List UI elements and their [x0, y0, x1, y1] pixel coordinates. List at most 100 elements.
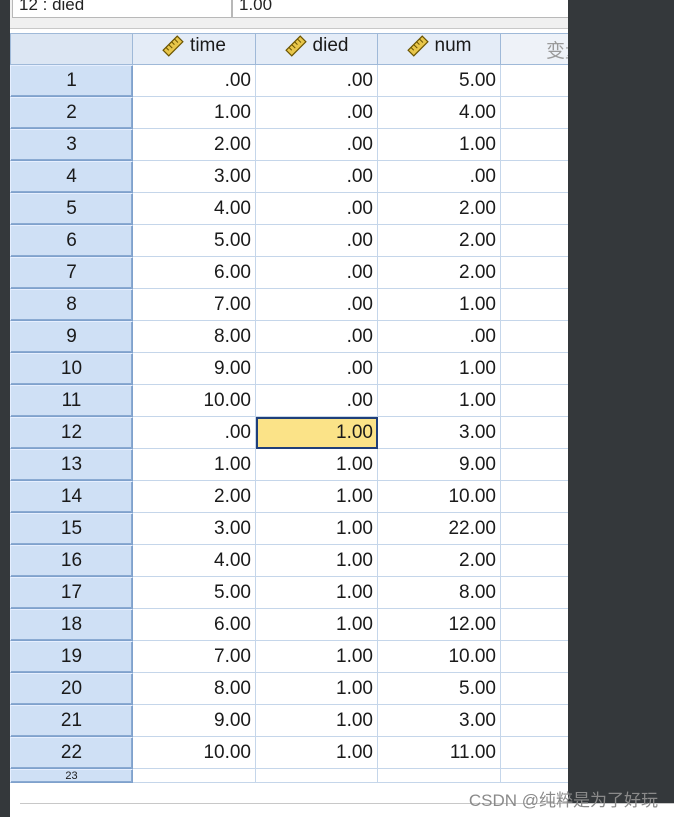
cell-empty[interactable]	[501, 417, 568, 449]
cell-time[interactable]: 4.00	[133, 545, 256, 577]
cell-empty[interactable]	[501, 225, 568, 257]
cell-num[interactable]: 1.00	[378, 353, 501, 385]
row-header[interactable]: 12	[10, 417, 133, 449]
cell-died[interactable]: .00	[256, 385, 378, 417]
row-header[interactable]: 13	[10, 449, 133, 481]
cell-empty[interactable]	[501, 97, 568, 129]
cell-died[interactable]: .00	[256, 129, 378, 161]
cell-num[interactable]: 5.00	[378, 65, 501, 97]
cell-empty[interactable]	[501, 321, 568, 353]
cell-num[interactable]: 3.00	[378, 705, 501, 737]
cell-empty[interactable]	[256, 769, 378, 783]
cell-died-selected[interactable]: 1.00	[256, 417, 378, 449]
cell-died[interactable]: .00	[256, 161, 378, 193]
cell-time[interactable]: 3.00	[133, 513, 256, 545]
cell-num[interactable]: 11.00	[378, 737, 501, 769]
cell-empty[interactable]	[501, 193, 568, 225]
row-header[interactable]: 16	[10, 545, 133, 577]
cell-time[interactable]: 1.00	[133, 449, 256, 481]
cell-died[interactable]: 1.00	[256, 481, 378, 513]
cell-empty[interactable]	[501, 577, 568, 609]
cell-empty[interactable]	[501, 513, 568, 545]
cell-num[interactable]: 10.00	[378, 481, 501, 513]
cell-time[interactable]: 2.00	[133, 129, 256, 161]
cell-num[interactable]: 4.00	[378, 97, 501, 129]
cell-empty[interactable]	[501, 737, 568, 769]
cell-time[interactable]: 2.00	[133, 481, 256, 513]
cell-time[interactable]: 7.00	[133, 641, 256, 673]
cell-time[interactable]: 10.00	[133, 737, 256, 769]
cell-num[interactable]: 8.00	[378, 577, 501, 609]
row-header[interactable]: 3	[10, 129, 133, 161]
cell-empty[interactable]	[133, 769, 256, 783]
cell-died[interactable]: 1.00	[256, 705, 378, 737]
cell-value-box[interactable]: 1.00	[232, 0, 568, 18]
cell-num[interactable]: 2.00	[378, 257, 501, 289]
cell-time[interactable]: 9.00	[133, 705, 256, 737]
cell-name-box[interactable]: 12 : died	[12, 0, 232, 18]
cell-num[interactable]: 1.00	[378, 289, 501, 321]
cell-num[interactable]: .00	[378, 321, 501, 353]
cell-time[interactable]: 4.00	[133, 193, 256, 225]
cell-died[interactable]: 1.00	[256, 609, 378, 641]
cell-empty[interactable]	[501, 705, 568, 737]
row-header[interactable]: 6	[10, 225, 133, 257]
cell-empty[interactable]	[501, 449, 568, 481]
cell-time[interactable]: 8.00	[133, 673, 256, 705]
cell-empty[interactable]	[501, 673, 568, 705]
cell-num[interactable]: 10.00	[378, 641, 501, 673]
cell-empty[interactable]	[501, 545, 568, 577]
cell-empty[interactable]	[501, 353, 568, 385]
select-all-corner[interactable]	[10, 33, 133, 65]
column-header-empty-variable[interactable]: 变量	[501, 33, 568, 65]
cell-num[interactable]: 5.00	[378, 673, 501, 705]
cell-died[interactable]: .00	[256, 193, 378, 225]
cell-num[interactable]: 1.00	[378, 385, 501, 417]
cell-time[interactable]: 7.00	[133, 289, 256, 321]
cell-time[interactable]: 5.00	[133, 225, 256, 257]
column-header-num[interactable]: num	[378, 33, 501, 65]
row-header[interactable]: 14	[10, 481, 133, 513]
cell-num[interactable]: 9.00	[378, 449, 501, 481]
cell-time[interactable]: 6.00	[133, 257, 256, 289]
cell-num[interactable]: 12.00	[378, 609, 501, 641]
row-header[interactable]: 20	[10, 673, 133, 705]
cell-time[interactable]: 10.00	[133, 385, 256, 417]
cell-died[interactable]: .00	[256, 321, 378, 353]
cell-died[interactable]: .00	[256, 225, 378, 257]
cell-num[interactable]: 2.00	[378, 193, 501, 225]
cell-time[interactable]: 5.00	[133, 577, 256, 609]
row-header[interactable]: 22	[10, 737, 133, 769]
cell-died[interactable]: .00	[256, 353, 378, 385]
row-header[interactable]: 10	[10, 353, 133, 385]
cell-empty[interactable]	[501, 65, 568, 97]
row-header[interactable]: 4	[10, 161, 133, 193]
cell-died[interactable]: .00	[256, 257, 378, 289]
row-header[interactable]: 1	[10, 65, 133, 97]
row-header[interactable]: 8	[10, 289, 133, 321]
row-header[interactable]: 15	[10, 513, 133, 545]
cell-num[interactable]: 2.00	[378, 545, 501, 577]
column-header-time[interactable]: time	[133, 33, 256, 65]
cell-empty[interactable]	[501, 129, 568, 161]
row-header[interactable]: 21	[10, 705, 133, 737]
cell-empty[interactable]	[501, 385, 568, 417]
cell-num[interactable]: 1.00	[378, 129, 501, 161]
cell-died[interactable]: 1.00	[256, 449, 378, 481]
cell-empty[interactable]	[501, 161, 568, 193]
cell-time[interactable]: 8.00	[133, 321, 256, 353]
cell-empty[interactable]	[378, 769, 501, 783]
row-header[interactable]: 18	[10, 609, 133, 641]
cell-died[interactable]: .00	[256, 97, 378, 129]
cell-num[interactable]: 22.00	[378, 513, 501, 545]
cell-died[interactable]: 1.00	[256, 545, 378, 577]
cell-empty[interactable]	[501, 481, 568, 513]
cell-time[interactable]: .00	[133, 65, 256, 97]
cell-time[interactable]: 6.00	[133, 609, 256, 641]
row-header[interactable]: 9	[10, 321, 133, 353]
row-header[interactable]: 23	[10, 769, 133, 783]
cell-num[interactable]: 3.00	[378, 417, 501, 449]
cell-empty[interactable]	[501, 769, 568, 783]
row-header[interactable]: 2	[10, 97, 133, 129]
cell-empty[interactable]	[501, 641, 568, 673]
